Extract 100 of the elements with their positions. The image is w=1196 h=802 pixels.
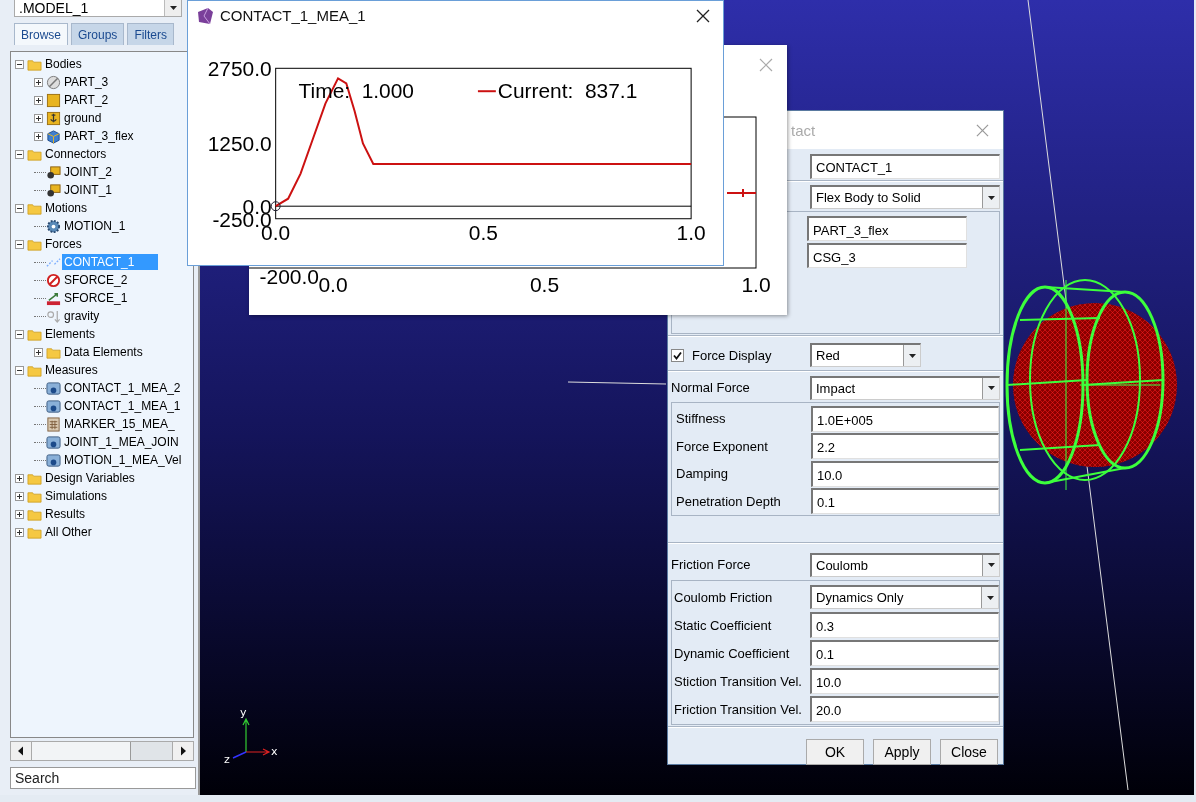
field-label: Stiffness — [676, 411, 727, 427]
meter-icon — [46, 452, 61, 468]
dialog-button[interactable]: Apply — [873, 739, 931, 765]
horizontal-scrollbar[interactable] — [10, 741, 194, 761]
tree-item[interactable]: Results — [43, 506, 87, 522]
field-label: Friction Transition Vel. — [674, 701, 803, 717]
tab[interactable]: Filters — [127, 23, 175, 45]
tree-item[interactable]: JOINT_1 — [62, 182, 114, 198]
caret-icon — [908, 353, 916, 358]
input-field[interactable]: 10.0 — [810, 668, 999, 694]
tree-item[interactable]: Elements — [43, 326, 98, 342]
tree-item[interactable]: CONTACT_1_MEA_2 — [62, 380, 183, 396]
expander-icon[interactable] — [15, 329, 24, 339]
window-title: CONTACT_1_MEA_1 — [220, 7, 366, 24]
expander-icon[interactable] — [15, 509, 24, 519]
expander-icon[interactable] — [15, 149, 24, 159]
input-field[interactable]: 0.1 — [810, 640, 999, 666]
tree-item[interactable]: Data Elements — [62, 344, 145, 360]
app-icon — [196, 6, 214, 25]
friction-dropdown[interactable]: Coulomb — [810, 552, 1000, 577]
body-field[interactable]: CSG_3 — [807, 243, 967, 268]
tick-label: 2750.0 — [207, 57, 272, 81]
axis-label: x — [271, 745, 278, 758]
tree-item[interactable]: MOTION_1_MEA_Vel — [62, 452, 184, 468]
input-field[interactable]: 20.0 — [810, 696, 999, 722]
field-label: Force Display — [692, 347, 772, 363]
input-field[interactable]: 0.1 — [811, 488, 999, 515]
dialog-title: tact — [791, 121, 816, 139]
meter-icon — [46, 434, 61, 450]
tree-item[interactable]: Measures — [43, 362, 100, 378]
expander-icon[interactable] — [34, 95, 43, 105]
name-field[interactable]: CONTACT_1 — [810, 153, 1000, 179]
tree-item[interactable]: MARKER_15_MEA_ — [62, 416, 177, 432]
tree-item[interactable]: SFORCE_1 — [62, 290, 130, 306]
gear-icon — [46, 218, 61, 234]
tab[interactable]: Groups — [71, 23, 125, 45]
tree-item[interactable]: MOTION_1 — [62, 218, 128, 234]
caret-icon — [986, 595, 994, 600]
scroll-thumb[interactable] — [32, 742, 131, 760]
tree-item[interactable]: JOINT_2 — [62, 164, 114, 180]
expander-icon[interactable] — [15, 59, 24, 69]
tree-item[interactable]: Bodies — [43, 56, 84, 72]
body-field[interactable]: PART_3_flex — [807, 216, 967, 241]
expander-icon[interactable] — [15, 473, 24, 483]
expander-icon[interactable] — [15, 491, 24, 501]
axis-triad-drawing — [232, 717, 271, 759]
normal-force-dropdown[interactable]: Impact — [810, 375, 1000, 400]
type-dropdown[interactable]: Flex Body to Solid — [810, 185, 1000, 209]
tree-item[interactable]: SFORCE_2 — [62, 272, 130, 288]
expander-icon[interactable] — [34, 347, 43, 357]
tree-item[interactable]: Simulations — [43, 488, 110, 504]
cube-icon — [46, 128, 61, 144]
expander-icon[interactable] — [34, 131, 43, 141]
tick-label: -200.0 — [259, 265, 319, 288]
model-dropdown[interactable]: .MODEL_1 — [14, 0, 182, 17]
tree-item[interactable]: Connectors — [43, 146, 109, 162]
tree-item[interactable]: All Other — [43, 524, 94, 540]
expander-icon[interactable] — [34, 77, 43, 87]
field-label: Penetration Depth — [676, 493, 782, 509]
tree-item[interactable]: PART_3 — [62, 74, 111, 90]
field-label: Stiction Transition Vel. — [674, 673, 803, 689]
tree-item[interactable]: gravity — [62, 308, 102, 324]
input-field[interactable]: 0.3 — [810, 612, 999, 638]
legend-text: Current: 837.1 — [497, 79, 638, 103]
expander-icon[interactable] — [15, 239, 24, 249]
tick-label: 0.0 — [318, 273, 348, 296]
tree-item[interactable]: Motions — [43, 200, 90, 216]
dialog-button[interactable]: Close — [940, 739, 998, 765]
calculator-icon — [46, 416, 61, 432]
tab[interactable]: Browse — [14, 23, 68, 45]
expander-icon[interactable] — [15, 203, 24, 213]
caret-icon — [987, 386, 995, 390]
expander-icon[interactable] — [15, 365, 24, 375]
close-icon[interactable] — [696, 8, 710, 23]
search-field[interactable]: Search — [10, 767, 196, 789]
tree-item[interactable]: PART_2 — [62, 92, 111, 108]
tree-item[interactable]: Forces — [43, 236, 84, 252]
input-field[interactable]: 10.0 — [811, 460, 999, 487]
color-dropdown[interactable]: Red — [810, 343, 921, 367]
origin-marker — [270, 201, 281, 212]
expander-icon[interactable] — [34, 113, 43, 123]
tree-item[interactable]: PART_3_flex — [62, 128, 136, 144]
tick-label: 0.5 — [468, 220, 498, 244]
input-field[interactable]: 1.0E+005 — [811, 405, 999, 432]
checkbox[interactable] — [671, 348, 684, 362]
down-arrow-icon — [46, 308, 61, 324]
tree-item[interactable]: JOINT_1_MEA_JOIN — [62, 434, 181, 450]
field-label: Normal Force — [671, 380, 751, 395]
tree-item[interactable]: Design Variables — [43, 470, 137, 486]
tree-item[interactable]: CONTACT_1_MEA_1 — [62, 398, 183, 414]
input-field[interactable]: 2.2 — [811, 433, 999, 460]
expander-icon[interactable] — [15, 527, 24, 537]
dropdown[interactable]: Dynamics Only — [810, 585, 999, 609]
plot-line — [726, 188, 757, 198]
field-label: Damping — [676, 466, 730, 482]
dialog-button[interactable]: OK — [806, 739, 864, 765]
joint-icon — [46, 164, 61, 180]
caret-icon — [169, 6, 177, 10]
field-label: Coulomb Friction — [674, 589, 774, 605]
tree-item[interactable]: ground — [62, 110, 104, 126]
